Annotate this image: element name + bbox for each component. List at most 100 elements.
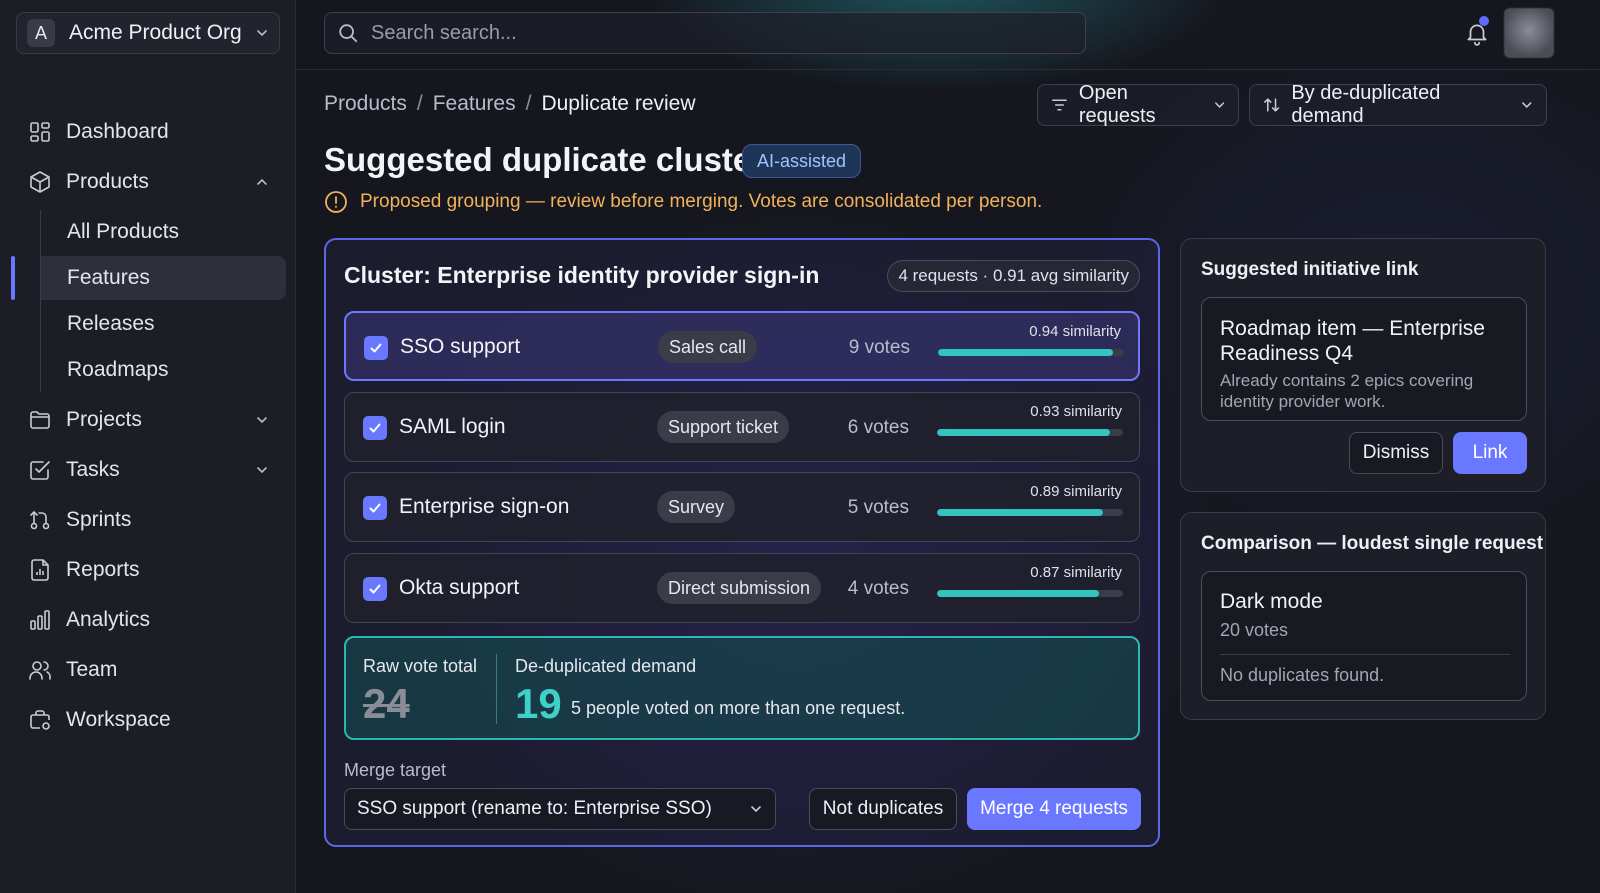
cluster-meta-badge: 4 requests · 0.91 avg similarity: [887, 260, 1140, 292]
divider: [1220, 654, 1510, 655]
vote-count: 4 votes: [847, 578, 909, 599]
dedup-demand-label: De-duplicated demand: [515, 656, 697, 676]
vote-count: 6 votes: [847, 417, 909, 438]
similarity-bar: [937, 429, 1123, 436]
sidebar-item-label: Team: [66, 658, 118, 681]
status-filter-dropdown[interactable]: Open requests: [1037, 82, 1239, 127]
org-avatar: A: [27, 19, 55, 47]
sidebar-item-sprints[interactable]: Sprints: [10, 498, 286, 542]
checkbox-icon: [30, 461, 50, 480]
similarity-fill: [937, 509, 1103, 516]
folder-icon: [30, 411, 50, 429]
raw-vote-label: Raw vote total: [363, 656, 478, 676]
comparison-item-card: Dark mode 20 votes No duplicates found.: [1201, 571, 1527, 701]
chevron-down-icon: [257, 30, 267, 37]
warning-message: Proposed grouping — review before mergin…: [324, 190, 1042, 214]
sidebar-item-label: Reports: [66, 558, 140, 581]
merge-target-label: Merge target: [344, 760, 447, 780]
sidebar-item-label: Products: [66, 170, 149, 193]
sidebar-subitem-features[interactable]: Features: [11, 256, 286, 300]
chevron-down-icon: [257, 467, 267, 474]
request-checkbox[interactable]: [363, 416, 387, 440]
merge-target-value: SSO support (rename to: Enterprise SSO): [357, 798, 712, 819]
box-icon: [30, 171, 50, 193]
check-icon: [369, 584, 381, 594]
search-input[interactable]: [371, 21, 1085, 45]
request-row[interactable]: Okta support Direct submission 4 votes 0…: [344, 553, 1140, 623]
bar-chart-icon: [30, 610, 50, 630]
request-row[interactable]: SSO support Sales call 9 votes 0.94 simi…: [344, 311, 1140, 381]
request-checkbox[interactable]: [364, 336, 388, 360]
chevron-down-icon: [1522, 102, 1532, 109]
similarity-label: 0.87 similarity: [1030, 564, 1122, 581]
request-checkbox[interactable]: [363, 577, 387, 601]
merge-requests-button[interactable]: Merge 4 requests: [967, 788, 1141, 830]
comparison-panel: Comparison — loudest single request Dark…: [1180, 512, 1546, 720]
similarity-fill: [937, 590, 1099, 597]
sidebar-item-dashboard[interactable]: Dashboard: [10, 110, 286, 154]
divider: [496, 654, 497, 724]
chevron-down-icon: [1214, 102, 1224, 108]
sidebar-item-label: Projects: [66, 408, 142, 431]
top-bar: [296, 0, 1600, 70]
sidebar-item-projects[interactable]: Projects: [10, 398, 286, 442]
sort-label: By de-duplicated demand: [1291, 82, 1441, 127]
page-title: Suggested duplicate cluster: [324, 141, 765, 178]
check-icon: [369, 423, 381, 433]
breadcrumb-products[interactable]: Products: [324, 92, 407, 116]
sidebar-item-workspace[interactable]: Workspace: [10, 698, 286, 742]
breadcrumb: Products / Features / Duplicate review: [324, 92, 696, 116]
vote-count: 9 votes: [848, 337, 910, 358]
breadcrumb-current: Duplicate review: [541, 92, 696, 115]
sidebar-item-tasks[interactable]: Tasks: [10, 448, 286, 492]
filter-icon: [1052, 99, 1067, 111]
breadcrumb-features[interactable]: Features: [433, 92, 516, 116]
sidebar-item-label: Workspace: [66, 708, 171, 731]
sidebar-item-team[interactable]: Team: [10, 648, 286, 692]
user-avatar[interactable]: [1504, 8, 1554, 58]
org-switcher[interactable]: A Acme Product Org: [16, 12, 280, 54]
request-row[interactable]: Enterprise sign-on Survey 5 votes 0.89 s…: [344, 472, 1140, 542]
link-button[interactable]: Link: [1453, 432, 1527, 474]
request-checkbox[interactable]: [363, 496, 387, 520]
request-row[interactable]: SAML login Support ticket 6 votes 0.93 s…: [344, 392, 1140, 462]
notification-dot: [1479, 16, 1489, 26]
request-title: SAML login: [399, 415, 506, 438]
status-filter-label: Open requests: [1078, 82, 1156, 127]
sort-dropdown[interactable]: By de-duplicated demand: [1249, 82, 1547, 127]
sidebar-item-reports[interactable]: Reports: [10, 548, 286, 592]
sidebar-subitem-all-products[interactable]: All Products: [41, 210, 286, 254]
raw-vote-value: 24: [363, 680, 410, 727]
not-duplicates-button[interactable]: Not duplicates: [809, 788, 957, 830]
cluster-card: Cluster: Enterprise identity provider si…: [324, 238, 1160, 847]
sidebar-subitem-releases[interactable]: Releases: [41, 302, 286, 346]
similarity-label: 0.89 similarity: [1030, 483, 1122, 500]
alert-circle-icon: [325, 191, 347, 213]
products-subnav: All Products Features Releases Roadmaps: [11, 210, 286, 392]
git-merge-icon: [30, 510, 50, 530]
request-title: Enterprise sign-on: [399, 495, 570, 518]
chevron-down-icon: [751, 806, 761, 813]
source-chip: Sales call: [658, 331, 758, 363]
sidebar-item-label: Analytics: [66, 608, 151, 631]
similarity-label: 0.94 similarity: [1029, 323, 1121, 340]
check-icon: [369, 503, 381, 513]
source-chip: Support ticket: [657, 411, 790, 443]
dashboard-icon: [30, 122, 50, 142]
sidebar-subitem-roadmaps[interactable]: Roadmaps: [41, 348, 286, 392]
merge-target-select[interactable]: SSO support (rename to: Enterprise SSO): [344, 788, 776, 830]
org-name: Acme Product Org: [69, 21, 242, 44]
comparison-panel-title: Comparison — loudest single request: [1201, 533, 1544, 554]
vote-count: 5 votes: [847, 497, 909, 518]
search-box[interactable]: [324, 12, 1086, 54]
roadmap-item-card[interactable]: Roadmap item — Enterprise Readiness Q4 A…: [1201, 297, 1527, 421]
similarity-fill: [937, 429, 1110, 436]
sidebar-nav: Dashboard Products All Products Features…: [10, 110, 286, 748]
sidebar-item-analytics[interactable]: Analytics: [10, 598, 286, 642]
similarity-bar: [937, 509, 1123, 516]
dismiss-button[interactable]: Dismiss: [1349, 432, 1443, 474]
sidebar-item-products[interactable]: Products: [10, 160, 286, 204]
source-chip: Survey: [657, 491, 736, 523]
initiative-panel-title: Suggested initiative link: [1201, 259, 1419, 280]
similarity-fill: [938, 349, 1113, 356]
